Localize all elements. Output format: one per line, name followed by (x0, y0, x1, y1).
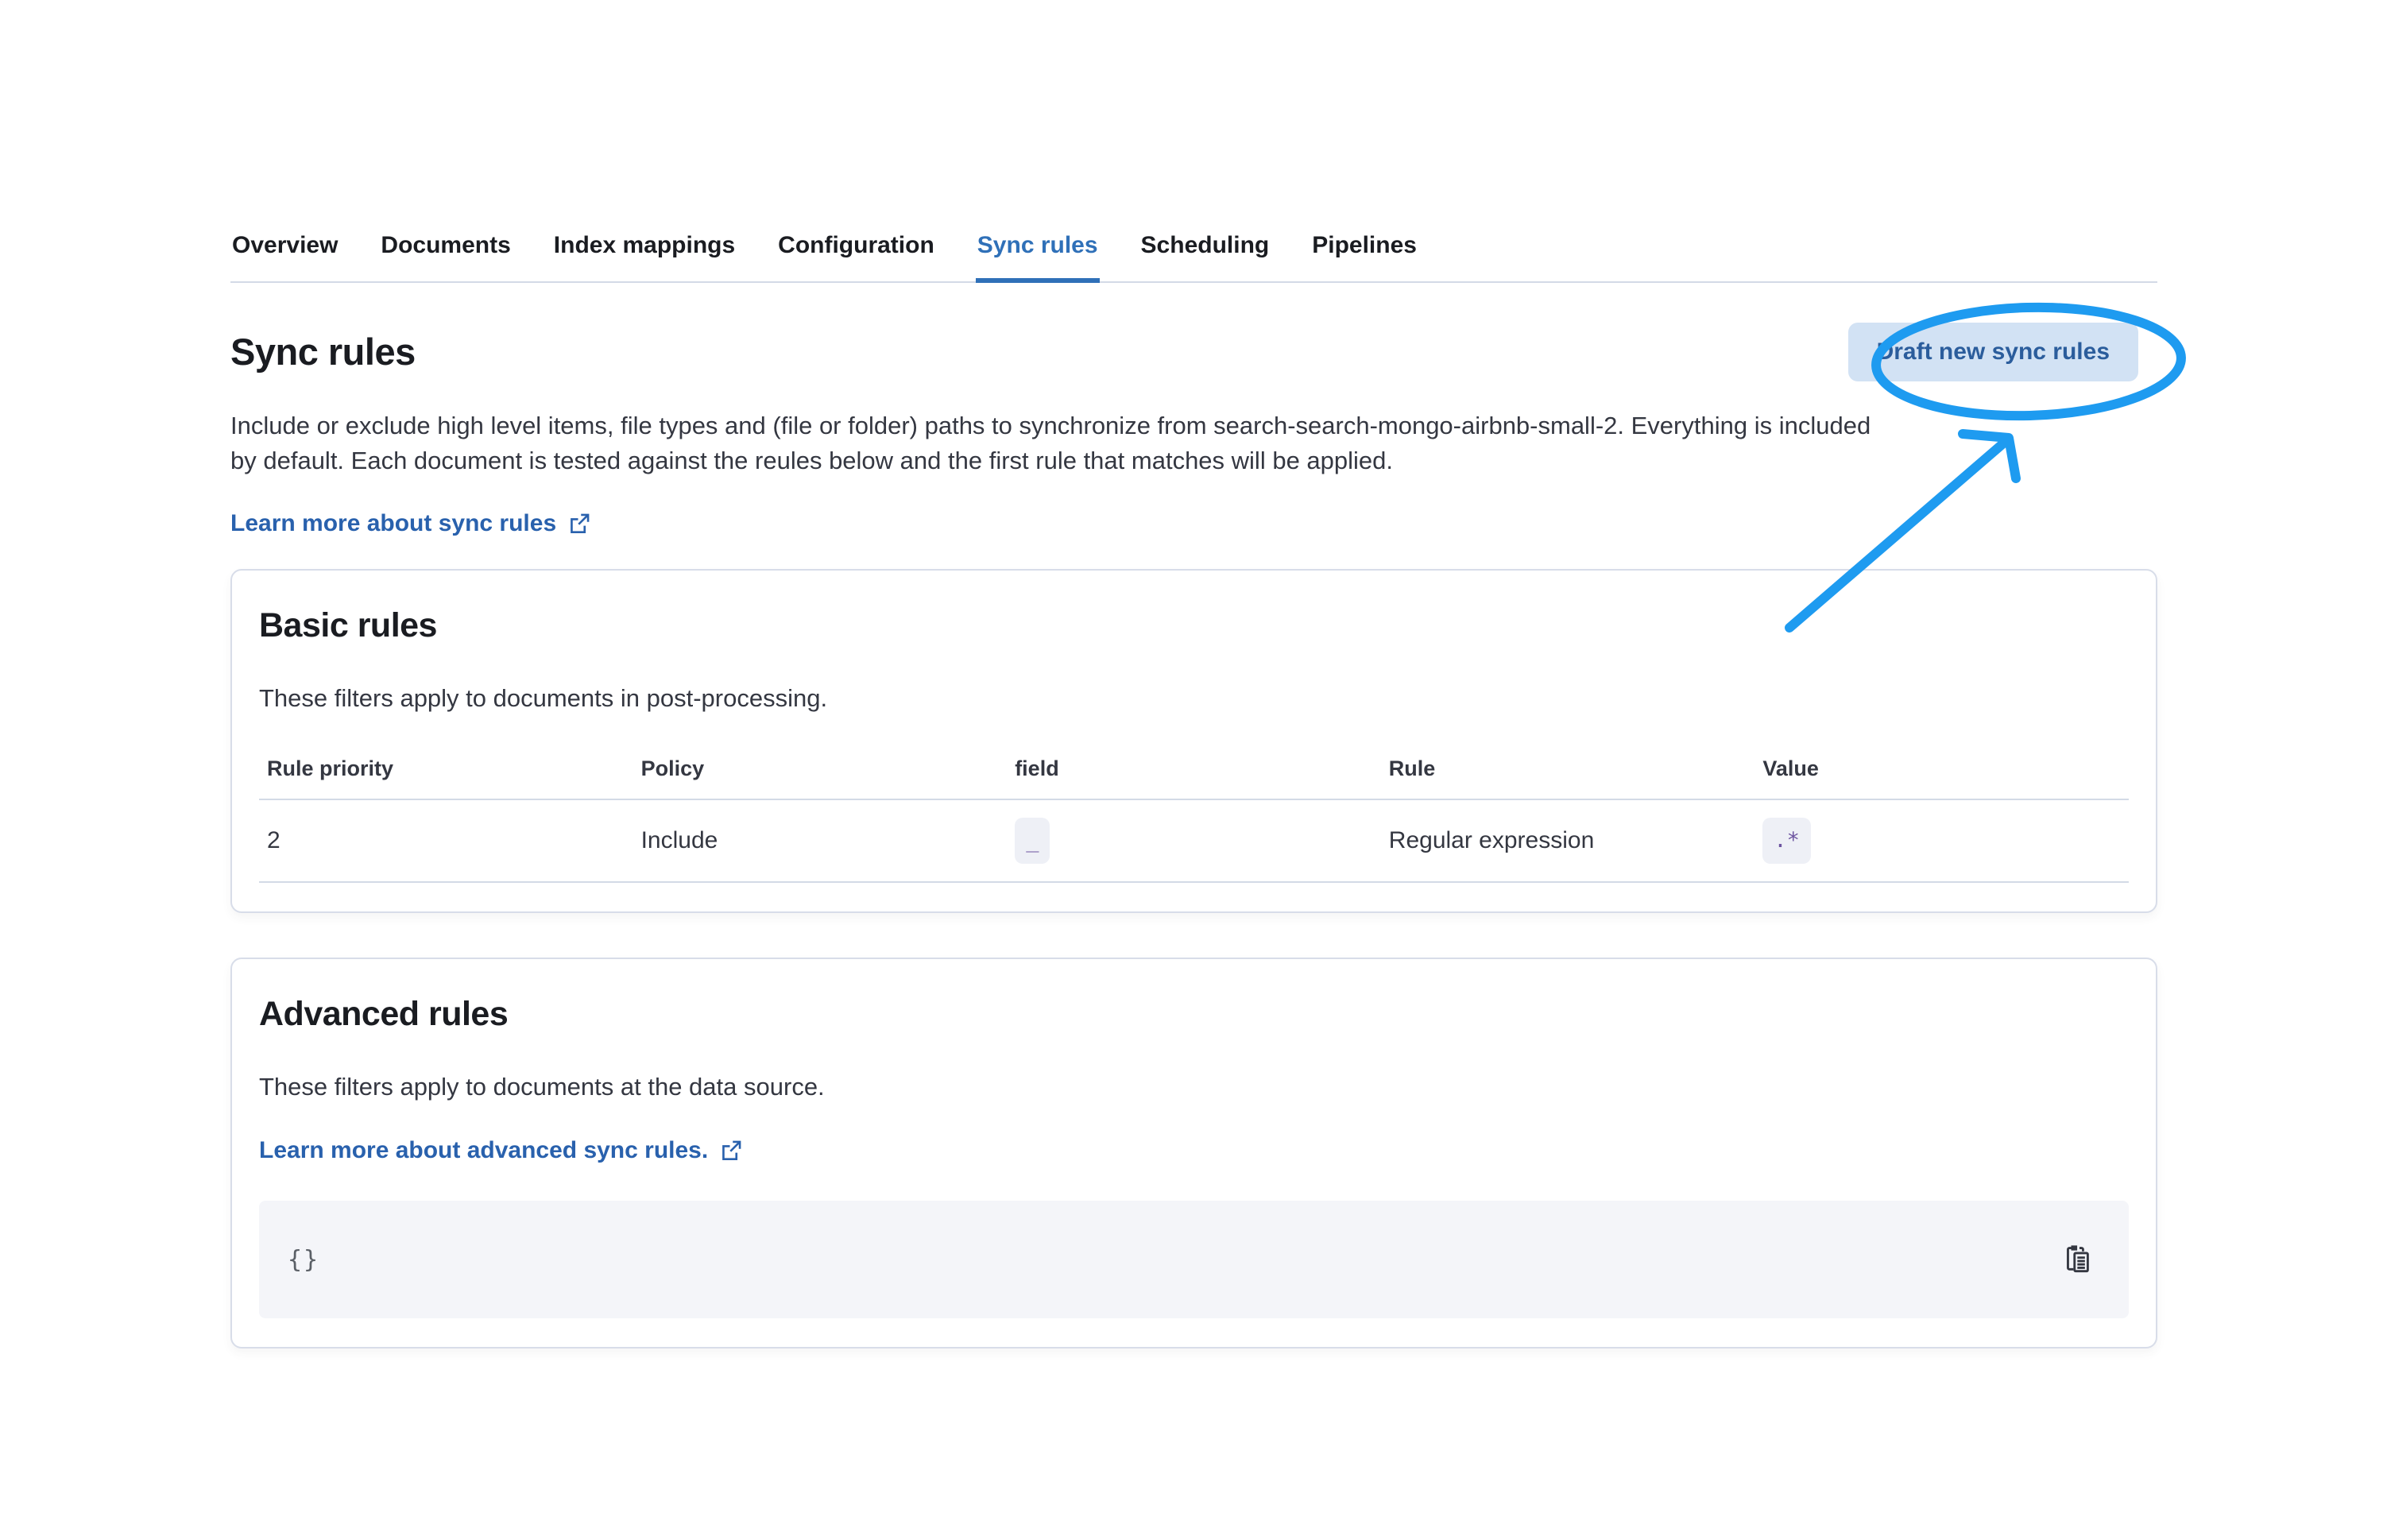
advanced-rules-description: These filters apply to documents at the … (259, 1072, 2129, 1102)
column-header-rule-priority: Rule priority (259, 756, 633, 799)
copy-button[interactable] (2064, 1244, 2094, 1275)
tab-overview[interactable]: Overview (230, 224, 339, 281)
learn-more-advanced-sync-rules-label: Learn more about advanced sync rules. (259, 1137, 708, 1164)
column-header-rule: Rule (1381, 756, 1755, 799)
draft-new-sync-rules-button[interactable]: Draft new sync rules (1848, 323, 2138, 381)
copy-clipboard-icon (2064, 1265, 2094, 1277)
advanced-rules-panel: Advanced rules These filters apply to do… (230, 958, 2157, 1348)
basic-rules-description: These filters apply to documents in post… (259, 683, 2129, 714)
column-header-policy: Policy (633, 756, 1008, 799)
advanced-rules-code-block: {} (259, 1201, 2129, 1318)
page-title: Sync rules (230, 330, 416, 374)
basic-rules-title: Basic rules (259, 606, 2129, 645)
cell-value-code-chip: .* (1762, 818, 1811, 864)
sync-rules-page: Overview Documents Index mappings Config… (0, 0, 2387, 1540)
tab-documents[interactable]: Documents (379, 224, 512, 281)
page-description: Include or exclude high level items, fil… (230, 408, 2157, 478)
learn-more-advanced-sync-rules-link[interactable]: Learn more about advanced sync rules. (259, 1137, 743, 1164)
column-header-field: field (1007, 756, 1381, 799)
advanced-rules-code: {} (288, 1246, 319, 1274)
tab-sync-rules[interactable]: Sync rules (976, 224, 1100, 281)
tab-configuration[interactable]: Configuration (776, 224, 936, 281)
cell-rule-priority: 2 (259, 799, 633, 882)
cell-policy: Include (633, 799, 1008, 882)
cell-field-code-chip: _ (1015, 818, 1050, 864)
page-description-line-2: by default. Each document is tested agai… (230, 443, 2157, 478)
cell-rule: Regular expression (1381, 799, 1755, 882)
column-header-value: Value (1754, 756, 2129, 799)
table-row: 2 Include _ Regular expression .* (259, 799, 2129, 882)
learn-more-sync-rules-label: Learn more about sync rules (230, 510, 556, 537)
external-link-icon (719, 1139, 743, 1163)
basic-rules-table: Rule priority Policy field Rule Value 2 … (259, 756, 2129, 883)
tab-index-mappings[interactable]: Index mappings (552, 224, 737, 281)
page-description-line-1: Include or exclude high level items, fil… (230, 408, 2157, 443)
external-link-icon (567, 512, 591, 536)
page-header-row: Sync rules Draft new sync rules (230, 323, 2157, 381)
advanced-rules-title: Advanced rules (259, 994, 2129, 1034)
tab-bar: Overview Documents Index mappings Config… (230, 224, 2157, 283)
tab-pipelines[interactable]: Pipelines (1310, 224, 1418, 281)
tab-scheduling[interactable]: Scheduling (1139, 224, 1271, 281)
basic-rules-panel: Basic rules These filters apply to docum… (230, 569, 2157, 913)
learn-more-sync-rules-link[interactable]: Learn more about sync rules (230, 510, 591, 537)
